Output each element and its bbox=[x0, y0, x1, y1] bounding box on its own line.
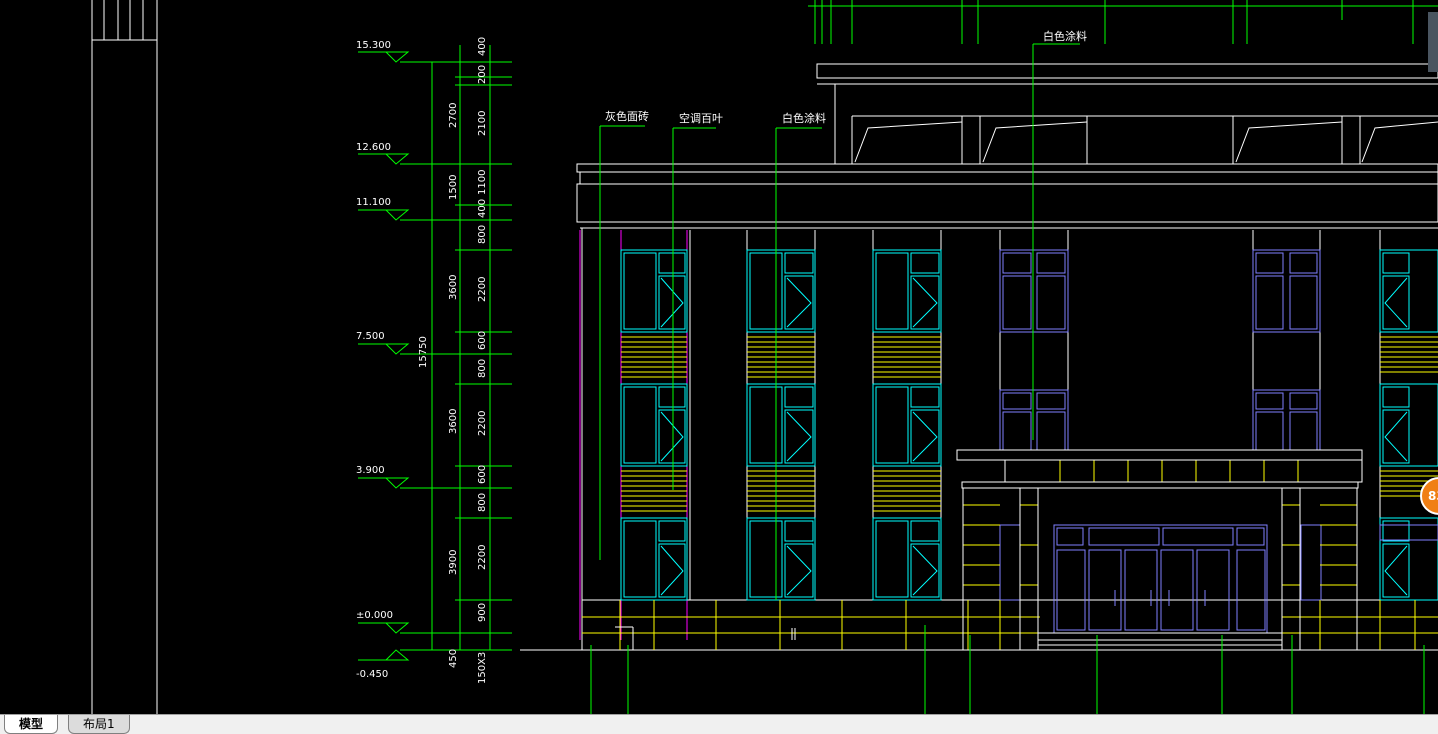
dimension-texts: 2700 1500 3600 15750 3600 3900 450 400 2… bbox=[418, 37, 488, 684]
annotation-white-paint-2: 白色涂料 bbox=[1043, 29, 1087, 43]
louver-bands bbox=[582, 336, 1438, 650]
svg-text:1100: 1100 bbox=[477, 170, 488, 195]
elevation-7500: 7.500 bbox=[356, 331, 385, 342]
svg-text:15750: 15750 bbox=[418, 336, 429, 368]
svg-text:2200: 2200 bbox=[477, 277, 488, 302]
vertical-scroll-handle[interactable] bbox=[1428, 12, 1438, 72]
dimension-lines bbox=[358, 45, 512, 661]
svg-text:400: 400 bbox=[477, 199, 488, 218]
window-bay-1 bbox=[620, 249, 688, 601]
cad-drawing-canvas[interactable]: 15.300 12.600 11.100 7.500 3.900 ±0.000 … bbox=[0, 0, 1438, 714]
svg-text:2200: 2200 bbox=[477, 545, 488, 570]
svg-text:1500: 1500 bbox=[448, 175, 459, 200]
elevation-15300: 15.300 bbox=[356, 40, 391, 51]
svg-text:600: 600 bbox=[477, 331, 488, 350]
svg-text:3600: 3600 bbox=[448, 275, 459, 300]
tab-model[interactable]: 模型 bbox=[4, 715, 59, 734]
svg-text:450: 450 bbox=[448, 649, 459, 668]
svg-text:800: 800 bbox=[477, 493, 488, 512]
annotation-white-paint-1: 白色涂料 bbox=[782, 111, 826, 125]
sheet-frame bbox=[91, 0, 158, 714]
window-bay-2 bbox=[746, 249, 816, 601]
elevation-3900: 3.900 bbox=[356, 465, 385, 476]
svg-text:800: 800 bbox=[477, 225, 488, 244]
svg-text:150X3: 150X3 bbox=[477, 652, 488, 684]
svg-text:800: 800 bbox=[477, 359, 488, 378]
magenta-lines bbox=[579, 230, 688, 640]
svg-text:400: 400 bbox=[477, 37, 488, 56]
svg-text:3600: 3600 bbox=[448, 409, 459, 434]
svg-text:900: 900 bbox=[477, 603, 488, 622]
elevation-m045: -0.450 bbox=[356, 669, 388, 680]
window-bays bbox=[620, 249, 1438, 601]
elevation-labels: 15.300 12.600 11.100 7.500 3.900 ±0.000 … bbox=[356, 40, 393, 680]
window-bay-6 bbox=[1379, 249, 1438, 601]
annotation-grey-tile: 灰色面砖 bbox=[605, 109, 649, 123]
svg-text:200: 200 bbox=[477, 65, 488, 84]
layout-tab-bar: 模型 布局1 bbox=[0, 714, 1438, 734]
window-bay-3 bbox=[872, 249, 942, 601]
svg-text:2200: 2200 bbox=[477, 411, 488, 436]
svg-text:600: 600 bbox=[477, 465, 488, 484]
svg-text:3900: 3900 bbox=[448, 550, 459, 575]
elevation-000: ±0.000 bbox=[356, 610, 393, 621]
stair-windows bbox=[999, 249, 1438, 634]
top-grid-lines bbox=[808, 0, 1438, 44]
svg-text:2700: 2700 bbox=[448, 103, 459, 128]
svg-text:2100: 2100 bbox=[477, 111, 488, 136]
tab-layout1[interactable]: 布局1 bbox=[68, 715, 130, 734]
elevation-11100: 11.100 bbox=[356, 197, 391, 208]
elevation-12600: 12.600 bbox=[356, 142, 391, 153]
annotation-ac-louver: 空调百叶 bbox=[679, 111, 723, 125]
material-annotations: 灰色面砖 空调百叶 白色涂料 白色涂料 bbox=[605, 29, 1087, 125]
